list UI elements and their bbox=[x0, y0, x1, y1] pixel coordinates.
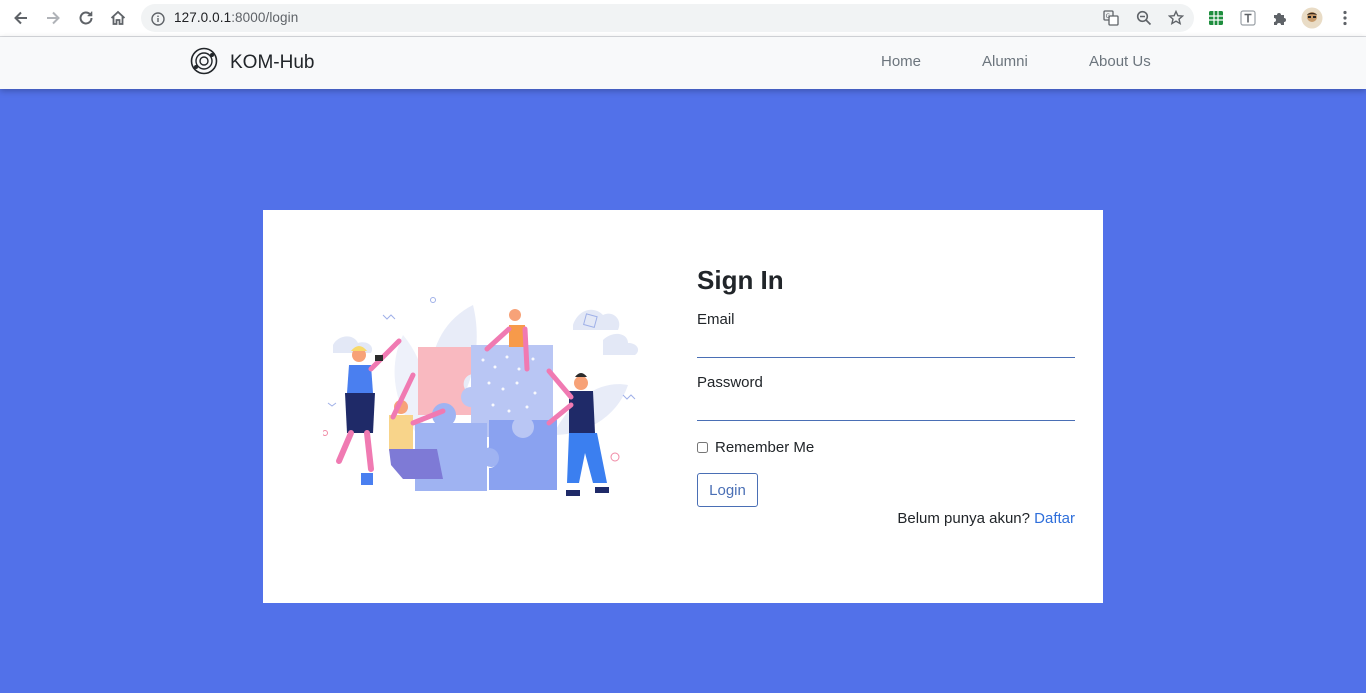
browser-toolbar: 127.0.0.1:8000/login G bbox=[0, 0, 1366, 37]
login-button[interactable]: Login bbox=[697, 473, 758, 507]
home-icon[interactable] bbox=[108, 8, 128, 28]
teamwork-puzzle-illustration bbox=[322, 285, 653, 510]
extensions-puzzle-icon[interactable] bbox=[1271, 9, 1289, 27]
remember-me-checkbox[interactable] bbox=[697, 442, 708, 453]
login-form: Sign In Email Password Remember Me Login… bbox=[697, 265, 1075, 527]
back-icon[interactable] bbox=[11, 8, 31, 28]
remember-me-row: Remember Me bbox=[697, 439, 1075, 456]
site-navbar: KOM-Hub Home Alumni About Us bbox=[0, 37, 1366, 89]
nav-link-home[interactable]: Home bbox=[881, 53, 921, 70]
address-bar[interactable]: 127.0.0.1:8000/login G bbox=[141, 4, 1194, 32]
email-field[interactable] bbox=[697, 332, 1075, 358]
register-prompt-text: Belum punya akun? bbox=[897, 510, 1030, 527]
register-prompt: Belum punya akun? Daftar bbox=[897, 510, 1075, 527]
url-text[interactable]: 127.0.0.1:8000/login bbox=[174, 10, 298, 25]
password-field[interactable] bbox=[697, 395, 1075, 421]
brand[interactable]: KOM-Hub bbox=[190, 47, 315, 79]
email-label: Email bbox=[697, 311, 735, 328]
brand-name: KOM-Hub bbox=[230, 52, 315, 73]
url-host: 127.0.0.1 bbox=[174, 10, 232, 25]
translate-icon[interactable]: G bbox=[1103, 10, 1119, 26]
zoom-icon[interactable] bbox=[1136, 10, 1152, 26]
forward-icon[interactable] bbox=[43, 8, 63, 28]
reload-icon[interactable] bbox=[76, 8, 96, 28]
menu-dots-icon[interactable] bbox=[1336, 9, 1354, 27]
login-card: Sign In Email Password Remember Me Login… bbox=[263, 210, 1103, 603]
nav-link-alumni[interactable]: Alumni bbox=[982, 53, 1028, 70]
bookmark-star-icon[interactable] bbox=[1167, 9, 1185, 26]
brand-logo-icon bbox=[190, 47, 218, 79]
register-link[interactable]: Daftar bbox=[1034, 510, 1075, 527]
remember-me-label: Remember Me bbox=[715, 439, 815, 456]
site-info-icon[interactable] bbox=[151, 11, 165, 26]
url-path: :8000/login bbox=[231, 10, 299, 25]
sign-in-title: Sign In bbox=[697, 265, 784, 295]
nav-link-about-us[interactable]: About Us bbox=[1089, 53, 1151, 70]
password-label: Password bbox=[697, 374, 763, 391]
text-extension-icon[interactable] bbox=[1239, 9, 1257, 27]
sheets-extension-icon[interactable] bbox=[1207, 9, 1225, 27]
profile-avatar[interactable] bbox=[1301, 7, 1323, 29]
svg-text:G: G bbox=[1106, 13, 1111, 20]
